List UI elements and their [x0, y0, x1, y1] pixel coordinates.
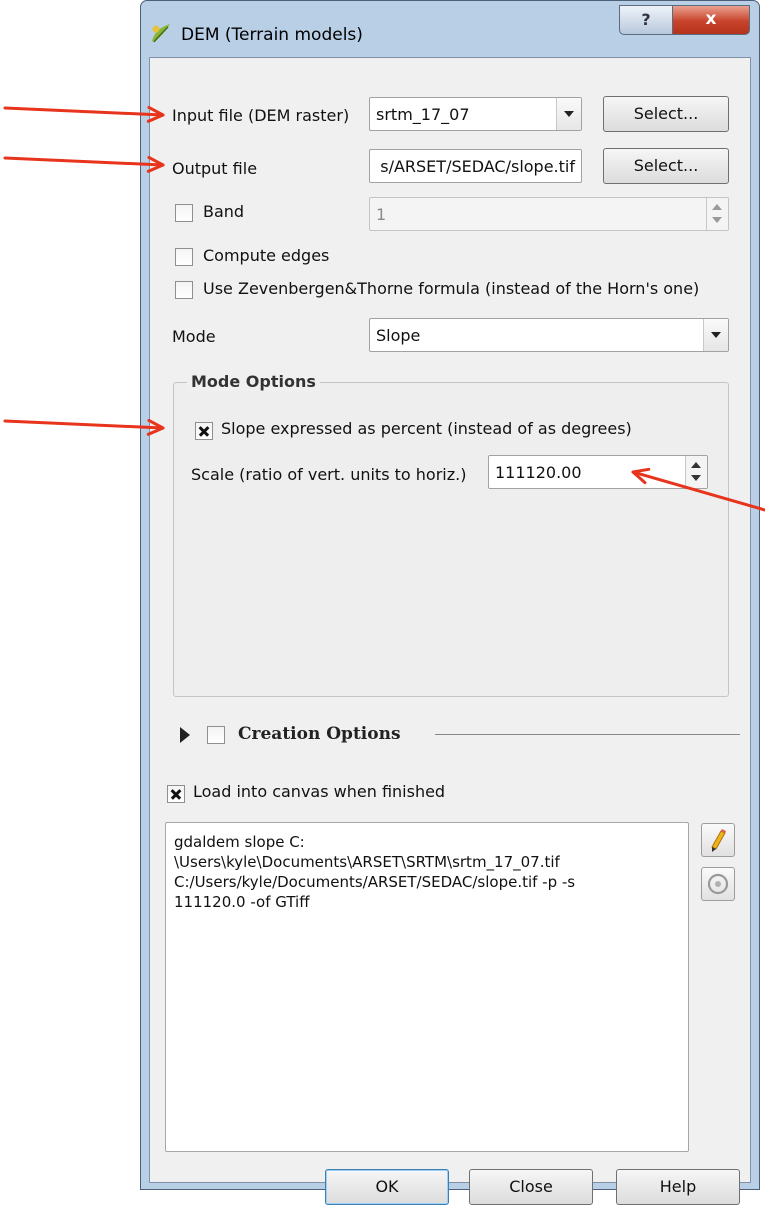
edit-command-button[interactable] [701, 823, 735, 857]
input-file-value: srtm_17_07 [376, 105, 470, 124]
close-icon: x [705, 9, 717, 29]
compute-edges-checkbox[interactable] [175, 248, 193, 266]
load-canvas-label: Load into canvas when finished [193, 782, 446, 801]
band-spin-arrows[interactable] [706, 198, 728, 230]
output-file-value: s/ARSET/SEDAC/slope.tif [380, 157, 575, 176]
input-file-label: Input file (DEM raster) [172, 106, 350, 125]
mode-options-group: Mode Options Slope expressed as percent … [173, 372, 729, 697]
chevron-down-icon[interactable] [556, 98, 581, 130]
output-file-field[interactable]: s/ARSET/SEDAC/slope.tif [369, 149, 582, 183]
reset-icon [707, 873, 729, 895]
scale-spin-arrows[interactable] [685, 456, 707, 488]
expand-triangle-icon[interactable] [179, 727, 191, 743]
mode-value: Slope [376, 326, 421, 345]
band-label: Band [203, 202, 245, 221]
mode-label: Mode [172, 327, 216, 346]
command-line: C:/Users/kyle/Documents/ARSET/SEDAC/slop… [174, 873, 576, 891]
creation-options-divider [435, 734, 740, 735]
zevenbergen-checkbox[interactable] [175, 281, 193, 299]
question-mark-icon: ? [641, 10, 651, 29]
slope-percent-checkbox[interactable] [195, 422, 213, 440]
scale-spinbox[interactable]: 111120.00 [488, 455, 708, 489]
scale-value: 111120.00 [495, 463, 582, 482]
compute-edges-label: Compute edges [203, 246, 330, 265]
creation-options-checkbox[interactable] [207, 726, 225, 744]
spin-down-icon[interactable] [691, 475, 701, 481]
title-bar[interactable]: DEM (Terrain models) ? x [141, 1, 759, 57]
scale-label: Scale (ratio of vert. units to horiz.) [191, 465, 467, 484]
dialog-client-area: Input file (DEM raster) srtm_17_07 Selec… [149, 57, 751, 1205]
band-spinbox[interactable]: 1 [369, 197, 729, 231]
load-canvas-checkbox[interactable] [167, 785, 185, 803]
mode-combo[interactable]: Slope [369, 318, 729, 352]
help-button[interactable]: Help [616, 1169, 740, 1205]
window-title: DEM (Terrain models) [181, 25, 363, 45]
spin-up-icon[interactable] [691, 462, 701, 468]
output-file-label: Output file [172, 159, 258, 178]
pencil-icon [711, 829, 726, 852]
command-text-area[interactable]: gdaldem slope C: \Users\kyle\Documents\A… [165, 822, 689, 1152]
qgis-app-icon [152, 24, 170, 43]
band-checkbox[interactable] [175, 204, 193, 222]
input-select-button[interactable]: Select... [603, 96, 729, 132]
creation-options-title: Creation Options [238, 724, 401, 744]
mode-options-title: Mode Options [187, 372, 320, 391]
ok-button[interactable]: OK [325, 1169, 449, 1205]
slope-percent-label: Slope expressed as percent (instead of a… [221, 419, 632, 438]
reset-command-button[interactable] [701, 867, 735, 901]
dem-dialog-window: DEM (Terrain models) ? x Input file (DEM… [140, 0, 760, 1205]
close-title-button[interactable]: x [672, 5, 750, 35]
spin-down-icon[interactable] [712, 217, 722, 223]
help-title-button[interactable]: ? [619, 5, 673, 35]
command-line: \Users\kyle\Documents\ARSET\SRTM\srtm_17… [174, 853, 560, 871]
band-value: 1 [376, 205, 387, 224]
command-line: gdaldem slope C: [174, 833, 305, 851]
close-button[interactable]: Close [469, 1169, 593, 1205]
input-file-combo[interactable]: srtm_17_07 [369, 97, 582, 131]
chevron-down-icon[interactable] [703, 319, 728, 351]
command-line: 111120.0 -of GTiff [174, 893, 310, 911]
spin-up-icon[interactable] [712, 204, 722, 210]
zevenbergen-label: Use Zevenbergen&Thorne formula (instead … [203, 279, 700, 298]
output-select-button[interactable]: Select... [603, 148, 729, 184]
